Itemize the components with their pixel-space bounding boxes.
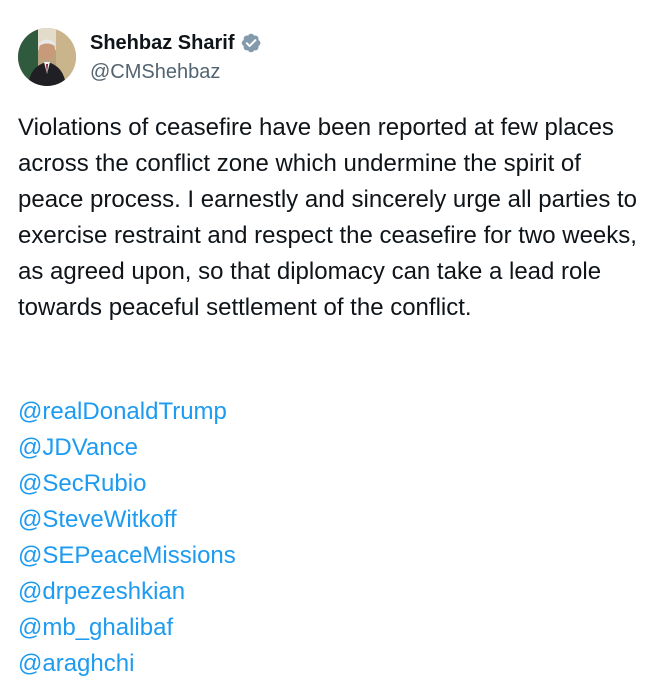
mention-link[interactable]: @SEPeaceMissions xyxy=(18,538,236,574)
tweet-header: Shehbaz Sharif @CMShehbaz xyxy=(18,28,262,86)
mention-link[interactable]: @araghchi xyxy=(18,646,236,682)
verified-badge-icon[interactable] xyxy=(240,32,262,54)
profile-photo-icon xyxy=(18,28,76,86)
tweet-card: Shehbaz Sharif @CMShehbaz Violations of … xyxy=(0,0,652,696)
mention-link[interactable]: @SecRubio xyxy=(18,466,236,502)
display-name[interactable]: Shehbaz Sharif xyxy=(90,30,234,56)
author-handle[interactable]: @CMShehbaz xyxy=(90,59,262,85)
avatar[interactable] xyxy=(18,28,76,86)
mention-list: @realDonaldTrump @JDVance @SecRubio @Ste… xyxy=(18,394,236,682)
mention-link[interactable]: @mb_ghalibaf xyxy=(18,610,236,646)
tweet-text: Violations of ceasefire have been report… xyxy=(18,114,637,321)
display-name-row: Shehbaz Sharif xyxy=(90,30,262,56)
mention-link[interactable]: @drpezeshkian xyxy=(18,574,236,610)
mention-link[interactable]: @realDonaldTrump xyxy=(18,394,236,430)
mention-link[interactable]: @SteveWitkoff xyxy=(18,502,236,538)
mention-link[interactable]: @JDVance xyxy=(18,430,236,466)
author-names: Shehbaz Sharif @CMShehbaz xyxy=(90,30,262,85)
